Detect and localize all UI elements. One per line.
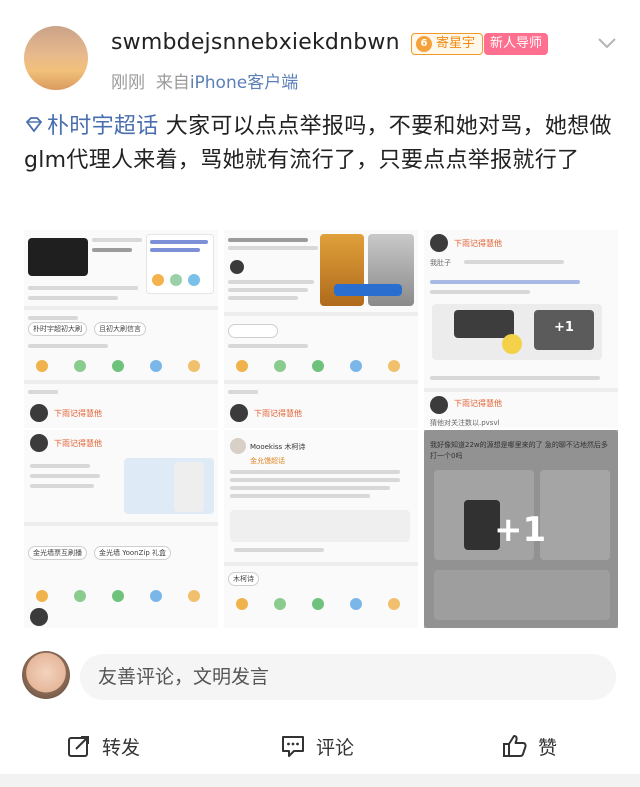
image-more-count: +1: [554, 320, 574, 335]
topic-link[interactable]: 朴时宇超话: [47, 114, 159, 139]
image-thumb-4[interactable]: 下雨记得慧他 金光墙票互刷播 金光墙 YoonZip 礼盒: [24, 430, 218, 628]
image-topic: 金允馒超话: [250, 457, 285, 465]
image-follow-text: 猜他对关注数以.pvsvl: [430, 419, 500, 427]
image-thumb-3[interactable]: 下雨记得慧他 我肚子 +1 下雨记得慧他 猜他对关注数以.pvsvl: [424, 230, 618, 428]
like-button[interactable]: 赞: [502, 718, 557, 774]
username[interactable]: swmbdejsnnebxiekdnbwn: [111, 30, 400, 55]
comment-button[interactable]: 评论: [280, 718, 354, 774]
image-chip: 木柯诗: [228, 572, 259, 586]
star-badge-icon: 6: [416, 36, 432, 52]
thumbs-up-icon: [503, 735, 527, 757]
comment-input[interactable]: 友善评论，文明发言: [80, 654, 616, 700]
image-name-tag: 下雨记得慧他: [254, 409, 302, 418]
image-chip: 金光墙 YoonZip 礼盒: [94, 546, 171, 560]
comment-label: 评论: [316, 736, 355, 759]
source-client[interactable]: iPhone客户端: [190, 73, 298, 93]
repost-button[interactable]: 转发: [66, 718, 140, 774]
image-thumb-6[interactable]: 我好像知道22w的源想是哪里来的了 急的聊不沾地然后多打一个0吗 +1: [424, 430, 618, 628]
mentor-badge[interactable]: 新人导师: [484, 33, 549, 55]
star-badge[interactable]: 6 寄星宇: [411, 33, 484, 55]
user-avatar[interactable]: [24, 26, 88, 90]
chevron-down-icon[interactable]: [596, 32, 618, 54]
bottom-divider: [0, 774, 640, 787]
image-chip: 朴时宇超初大刷: [28, 322, 87, 336]
topic-diamond-icon: [25, 117, 43, 133]
my-avatar: [22, 651, 70, 699]
weibo-post: swmbdejsnnebxiekdnbwn 6 寄星宇 新人导师 刚刚 来自iP…: [0, 0, 640, 787]
action-bar: 转发 评论 赞: [0, 718, 640, 774]
source-prefix: 来自: [155, 73, 190, 93]
post-text: 朴时宇超话 大家可以点点举报吗，不要和她对骂，她想做glm代理人来着，骂她就有流…: [24, 110, 624, 178]
image-grid: 朴时宇超初大刷 且初大刷信言 下雨记得慧他 下雨记得慧他 下雨记得慧他 我肚子 …: [24, 230, 618, 628]
image-caption: 我肚子: [430, 259, 451, 267]
repost-label: 转发: [102, 736, 141, 759]
image-name-tag: 下雨记得慧他: [454, 399, 502, 408]
image-thumb-2[interactable]: 下雨记得慧他: [224, 230, 418, 428]
image-name-tag: 下雨记得慧他: [54, 409, 102, 418]
post-meta: 刚刚 来自iPhone客户端: [111, 68, 298, 93]
post-time: 刚刚: [111, 73, 145, 93]
repost-icon: [68, 736, 89, 757]
star-badge-label: 寄星宇: [436, 36, 476, 51]
image-thumb-5[interactable]: Mooekiss 木柯诗 金允馒超话 木柯诗: [224, 430, 418, 628]
image-name-tag: 下雨记得慧他: [54, 439, 102, 448]
more-images-count: +1: [494, 510, 547, 550]
comment-icon: [282, 736, 304, 757]
image-user: Mooekiss 木柯诗: [250, 443, 306, 451]
image-name-tag: 下雨记得慧他: [454, 239, 502, 248]
like-label: 赞: [538, 736, 558, 759]
image-chip: 金光墙票互刷播: [28, 546, 87, 560]
image-thumb-1[interactable]: 朴时宇超初大刷 且初大刷信言 下雨记得慧他: [24, 230, 218, 428]
image-chip: 且初大刷信言: [94, 322, 146, 336]
